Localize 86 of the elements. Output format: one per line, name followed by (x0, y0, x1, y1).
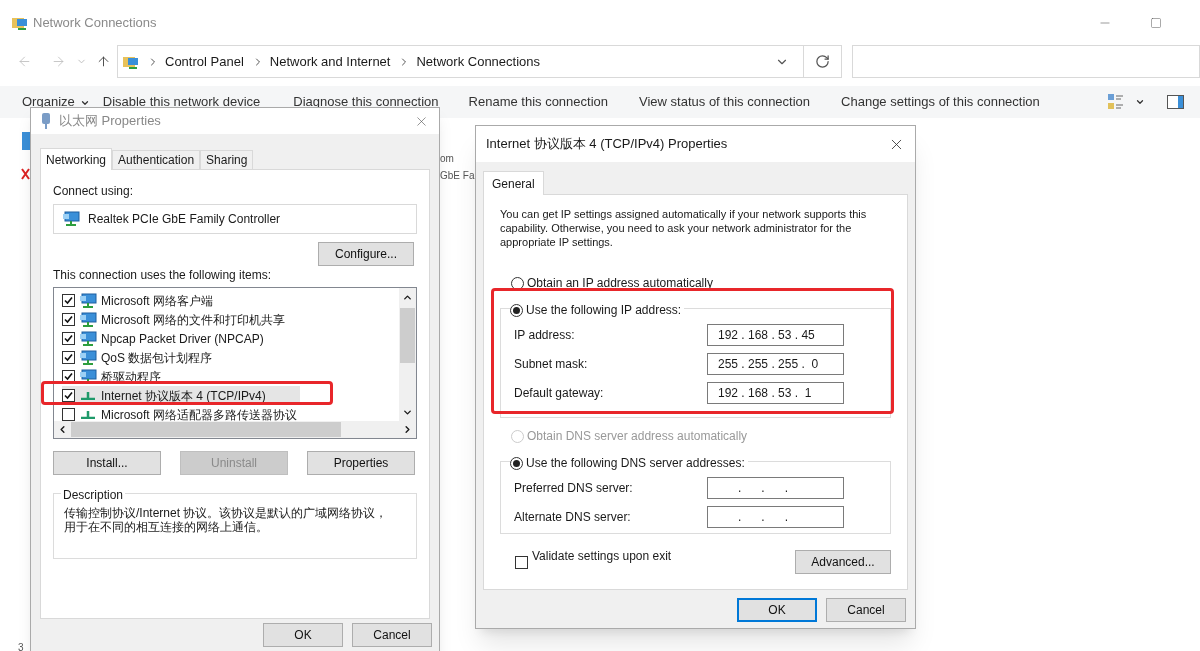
preview-pane-icon[interactable] (1167, 95, 1184, 109)
scroll-down-icon[interactable] (402, 407, 413, 418)
checkbox-label: Validate settings upon exit (532, 548, 672, 565)
item-label: QoS 数据包计划程序 (101, 349, 213, 367)
network-adapter-icon (62, 211, 80, 227)
refresh-icon[interactable] (815, 54, 830, 69)
breadcrumb-item[interactable]: Network Connections (416, 51, 541, 72)
checkbox[interactable] (62, 351, 75, 364)
tab[interactable]: General (483, 171, 544, 195)
breadcrumb-item[interactable]: Network and Internet (269, 51, 391, 72)
item-label: Microsoft 网络客户端 (101, 292, 213, 310)
intro-text: You can get IP settings assigned automatically if your network supports this capability. Otherwise, you need to ask your network administrator for the appropriate IP settings. (500, 207, 868, 249)
checkbox[interactable] (62, 332, 75, 345)
field-label: This connection uses the following items: (53, 267, 273, 284)
toolbar-command[interactable]: View status of this connection (639, 92, 811, 112)
disconnected-icon (21, 168, 30, 180)
scroll-up-icon[interactable] (402, 292, 413, 303)
dialog-button[interactable]: OK (263, 623, 343, 647)
monitor-icon (79, 311, 97, 328)
tab[interactable]: Authentication (112, 150, 201, 169)
monitor-icon (79, 330, 97, 347)
view-options-icon[interactable] (1107, 93, 1125, 111)
address-bar[interactable]: Control Panel Network and Internet Network Connections (117, 45, 842, 78)
network-adapter-icon (41, 113, 51, 129)
checkbox[interactable] (62, 389, 75, 402)
dialog-title: Internet 协议版本 4 (TCP/IPv4) Properties (486, 135, 728, 154)
radio-label: Use the following IP address: (526, 302, 682, 319)
tab[interactable]: Networking (40, 148, 113, 170)
checkbox[interactable] (515, 555, 528, 569)
toolbar-command[interactable]: Change settings of this connection (841, 92, 1040, 112)
list-item[interactable]: Microsoft 网络客户端 (62, 291, 300, 310)
toolbar-command[interactable]: Rename this connection (468, 92, 609, 112)
dialog-button[interactable]: Cancel (352, 623, 432, 647)
protocol-icon (80, 410, 96, 419)
caret-icon[interactable] (1135, 97, 1145, 107)
field-label: Default gateway: (514, 385, 604, 402)
ip-address-field[interactable]: . . . (707, 506, 844, 528)
ip-address-field[interactable]: 255 . 255 . 255 . 0 (707, 353, 844, 375)
monitor-icon (79, 349, 97, 366)
checkbox[interactable] (62, 294, 75, 307)
radio-button[interactable] (510, 456, 523, 470)
list-item[interactable]: Microsoft 网络适配器多路传送器协议 (62, 405, 300, 424)
vertical-scrollbar[interactable] (399, 288, 416, 422)
search-field[interactable] (852, 45, 1200, 78)
field-label: Alternate DNS server: (514, 509, 631, 526)
advanced-button[interactable]: Advanced... (795, 550, 891, 574)
radio-button[interactable] (510, 303, 523, 317)
item-label: Npcap Packet Driver (NPCAP) (101, 330, 264, 348)
caret-icon[interactable] (80, 98, 90, 108)
adapter-name: Realtek PCIe GbE Family Controller (88, 211, 281, 228)
item-label: Microsoft 网络适配器多路传送器协议 (101, 406, 297, 424)
dialog-button[interactable]: OK (737, 598, 817, 622)
item-count: 3 (18, 641, 24, 651)
list-item[interactable]: QoS 数据包计划程序 (62, 348, 300, 367)
ip-address-field[interactable]: . . . (707, 477, 844, 499)
item-label: Internet 协议版本 4 (TCP/IPv4) (101, 387, 266, 405)
protocol-icon (80, 391, 96, 400)
configure-button[interactable]: Configure... (318, 242, 414, 266)
up-icon[interactable] (96, 54, 111, 69)
dialog-button[interactable]: Cancel (826, 598, 906, 622)
connection-detail: om (440, 152, 455, 166)
list-item[interactable]: Microsoft 网络的文件和打印机共享 (62, 310, 300, 329)
item-label: Microsoft 网络的文件和打印机共享 (101, 311, 285, 329)
field-label: IP address: (514, 327, 575, 344)
monitor-icon (79, 292, 97, 309)
field-label: Connect using: (53, 183, 135, 200)
dialog-title: 以太网 Properties (59, 112, 161, 131)
list-item[interactable]: Npcap Packet Driver (NPCAP) (62, 329, 300, 348)
ip-address-field[interactable]: 192 . 168 . 53 . 45 (707, 324, 844, 346)
breadcrumb-item[interactable]: Control Panel (165, 51, 244, 72)
field-label: Subnet mask: (514, 356, 588, 373)
scroll-right-icon[interactable] (402, 424, 413, 435)
checkbox[interactable] (62, 313, 75, 326)
tab[interactable]: Sharing (200, 150, 254, 169)
radio-label: Obtain an IP address automatically (527, 275, 713, 292)
radio-label: Use the following DNS server addresses: (526, 455, 745, 472)
horizontal-scrollbar[interactable] (54, 421, 416, 438)
description-text: 传输控制协议/Internet 协议。该协议是默认的广域网络协议，用于在不同的相互连接的网络上通信。 (64, 506, 389, 534)
list-action-button[interactable]: Install... (53, 451, 161, 475)
checkbox[interactable] (62, 408, 75, 421)
ip-address-field[interactable]: 192 . 168 . 53 . 1 (707, 382, 844, 404)
field-label: Preferred DNS server: (514, 480, 633, 497)
window-title: Network Connections (33, 13, 157, 32)
connection-detail: GbE Fa (440, 169, 475, 183)
list-action-button[interactable]: Properties (307, 451, 415, 475)
radio-label: Obtain DNS server address automatically (527, 428, 748, 445)
